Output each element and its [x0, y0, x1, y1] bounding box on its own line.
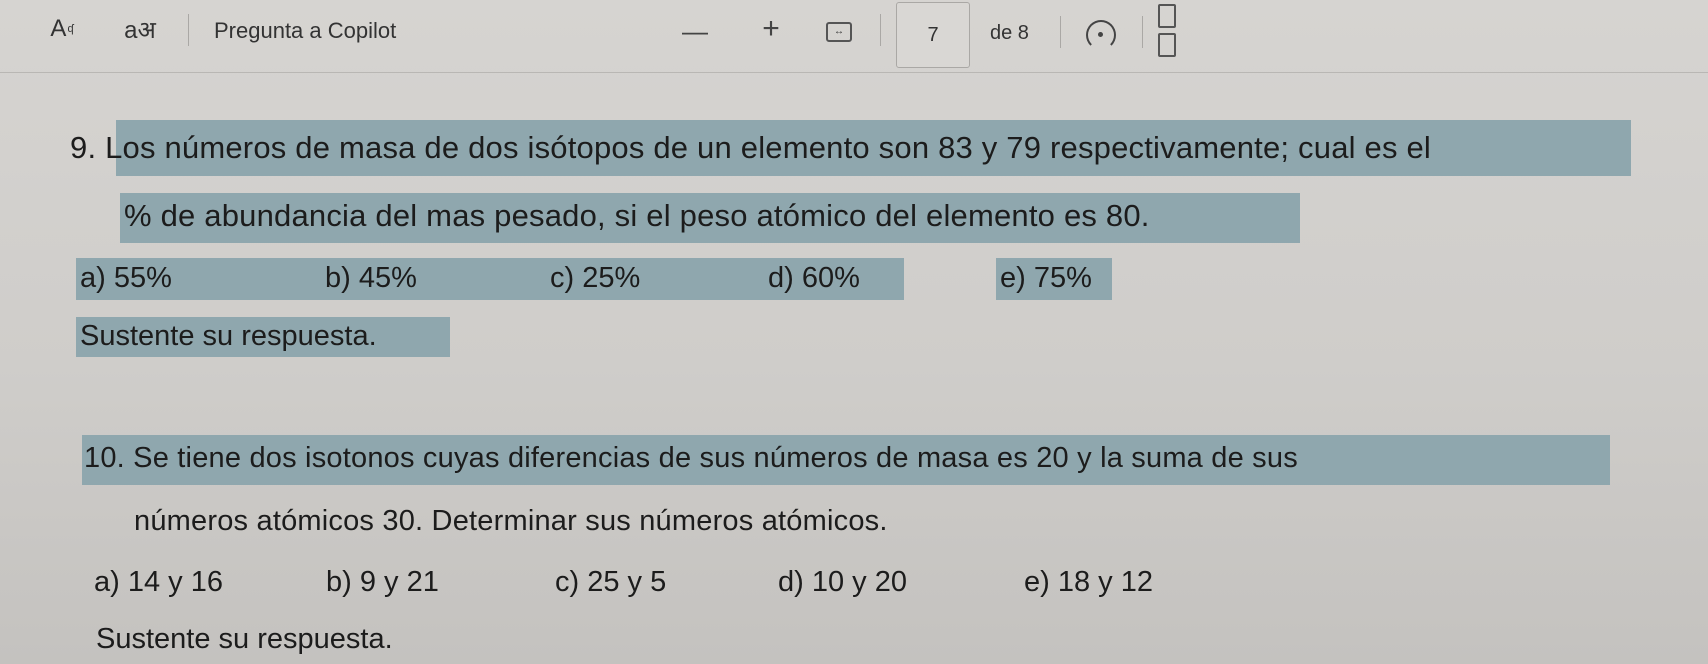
pdf-toolbar: Aʠ aअ Pregunta a Copilot — + ↔ 7 de 8 — [0, 0, 1708, 73]
rotate-button[interactable] — [1084, 18, 1118, 52]
q10-option-a: a) 14 y 16 — [94, 566, 223, 598]
translate-icon: aअ — [124, 16, 156, 44]
q10-option-c: c) 25 y 5 — [555, 566, 667, 598]
q9-option-d: d) 60% — [768, 262, 860, 294]
q10-option-d: d) 10 y 20 — [778, 566, 907, 598]
ask-copilot-label: Pregunta a Copilot — [214, 18, 397, 43]
page-number-input[interactable]: 7 — [896, 2, 970, 68]
minus-icon: — — [682, 15, 708, 46]
ask-copilot-button[interactable]: Pregunta a Copilot — [214, 16, 396, 46]
q10-option-b: b) 9 y 21 — [326, 566, 439, 598]
page-total-label: de 8 — [990, 18, 1029, 48]
q9-option-b: b) 45% — [325, 262, 417, 294]
q10-statement-line1: 10. Se tiene dos isotonos cuyas diferenc… — [84, 442, 1298, 474]
toolbar-divider — [1060, 16, 1061, 48]
toolbar-divider — [188, 14, 189, 46]
q9-option-e: e) 75% — [1000, 262, 1092, 294]
page-total-text: de 8 — [990, 21, 1029, 44]
zoom-out-button[interactable]: — — [680, 16, 710, 46]
rotate-icon — [1086, 20, 1116, 50]
page-view-icon — [1158, 4, 1194, 62]
q9-option-a: a) 55% — [80, 262, 172, 294]
translate-button[interactable]: aअ — [120, 14, 160, 44]
read-aloud-icon: A — [50, 15, 67, 42]
q9-option-c: c) 25% — [550, 262, 641, 294]
read-aloud-button[interactable]: Aʠ — [46, 14, 78, 44]
fit-to-width-button[interactable]: ↔ — [826, 22, 852, 42]
q10-statement-line2: números atómicos 30. Determinar sus núme… — [134, 505, 888, 537]
page-view-button[interactable] — [1158, 4, 1194, 57]
q10-sustente: Sustente su respuesta. — [96, 623, 393, 655]
toolbar-divider — [880, 14, 881, 46]
q9-statement-line1: 9. Los números de masa de dos isótopos d… — [70, 130, 1432, 165]
page-current-value: 7 — [927, 23, 939, 46]
q9-statement-line2: % de abundancia del mas pesado, si el pe… — [124, 198, 1150, 233]
fit-width-icon: ↔ — [826, 22, 852, 42]
q10-option-e: e) 18 y 12 — [1024, 566, 1153, 598]
q9-sustente: Sustente su respuesta. — [80, 320, 377, 352]
zoom-in-button[interactable]: + — [756, 12, 786, 45]
read-aloud-icon-waves: ʠ — [67, 23, 74, 35]
plus-icon: + — [762, 12, 780, 45]
toolbar-divider — [1142, 16, 1143, 48]
